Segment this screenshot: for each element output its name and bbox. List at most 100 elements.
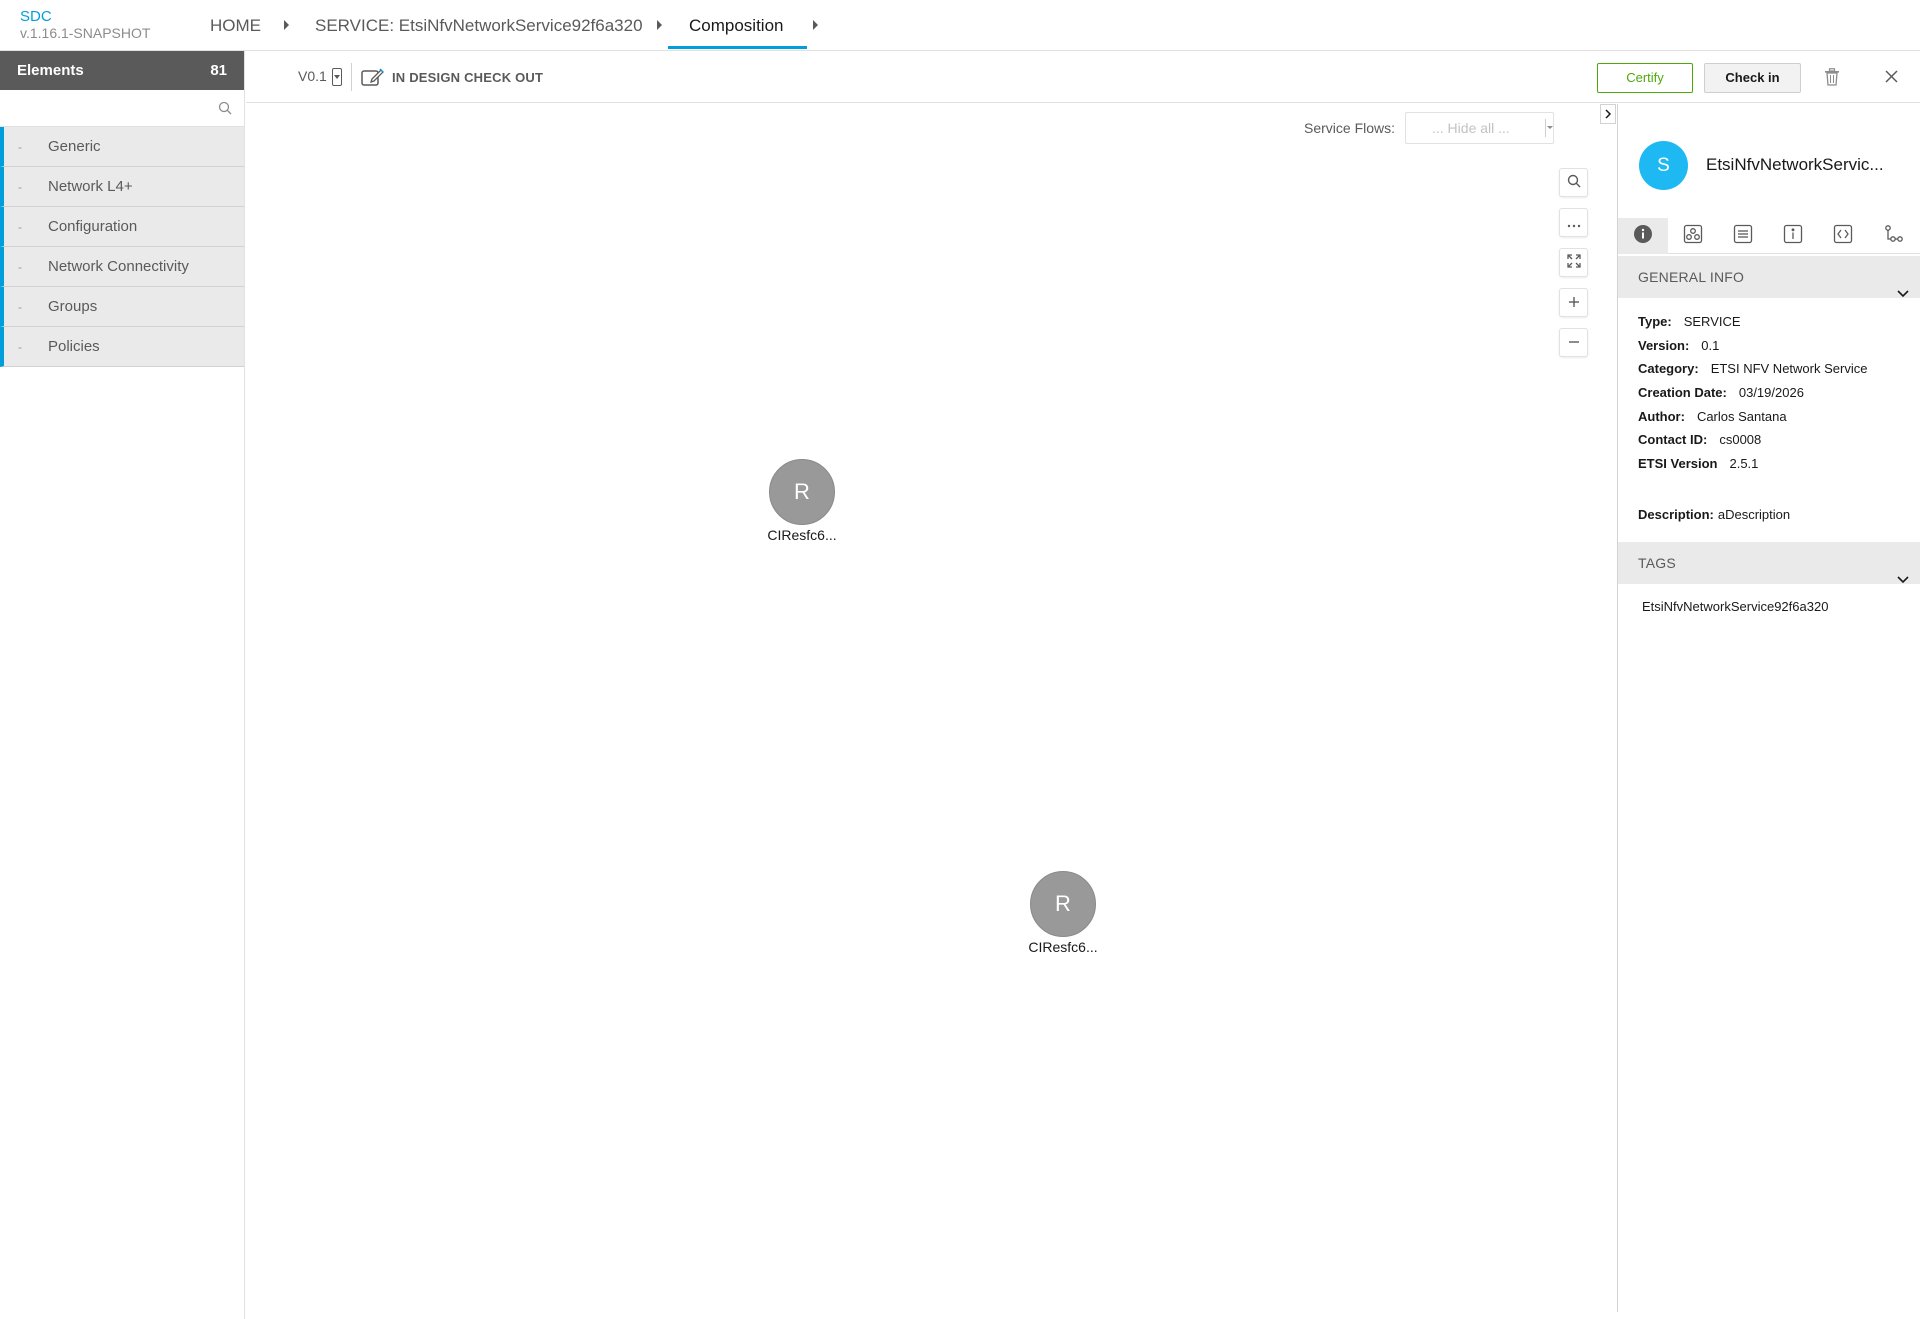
- info-label: Version:: [1638, 338, 1690, 353]
- info-value: cs0008: [1719, 432, 1762, 447]
- info-author: Author: Carlos Santana: [1638, 409, 1787, 424]
- close-icon[interactable]: [1885, 70, 1898, 88]
- info-creation-date: Creation Date: 03/19/2026: [1638, 385, 1804, 400]
- info-etsi-version: ETSI Version 2.5.1: [1638, 456, 1758, 471]
- deployment-icon: [1683, 224, 1703, 249]
- category-groups[interactable]: - Groups: [0, 287, 244, 327]
- divider: [351, 63, 352, 91]
- info-label: Type:: [1638, 314, 1672, 329]
- minus-icon: [1568, 332, 1580, 353]
- breadcrumb-service[interactable]: SERVICE: EtsiNfvNetworkService92f6a320: [315, 0, 643, 51]
- panel-collapse-toggle[interactable]: [1600, 104, 1616, 124]
- composition-canvas[interactable]: Service Flows: ... Hide all ... R CIResf…: [246, 104, 1615, 1312]
- collapse-dash-icon: -: [18, 340, 22, 354]
- tab-composition[interactable]: [1868, 218, 1918, 254]
- info-type: Type: SERVICE: [1638, 314, 1741, 329]
- info-outline-icon: [1783, 224, 1803, 249]
- category-label: Groups: [48, 298, 98, 315]
- checkout-status-icon: [361, 67, 385, 92]
- service-flows-label: Service Flows:: [1304, 120, 1396, 136]
- category-policies[interactable]: - Policies: [0, 327, 244, 367]
- palette-count: 81: [210, 62, 227, 79]
- info-value: 03/19/2026: [1738, 385, 1804, 400]
- top-bar: SDC v.1.16.1-SNAPSHOT HOME SERVICE: Etsi…: [0, 0, 1920, 51]
- more-options-button[interactable]: [1559, 208, 1588, 237]
- info-label: Author:: [1638, 409, 1685, 424]
- collapse-dash-icon: -: [18, 220, 22, 234]
- elements-palette: Elements 81 - Generic - Network L4+ - Confi…: [0, 51, 245, 1319]
- breadcrumb-arrow-icon[interactable]: [657, 20, 662, 30]
- brand[interactable]: SDC v.1.16.1-SNAPSHOT: [20, 8, 151, 42]
- palette-search-input[interactable]: [0, 90, 244, 126]
- code-icon: [1833, 224, 1853, 249]
- chevron-down-icon[interactable]: [1545, 119, 1553, 137]
- canvas-search-button[interactable]: [1559, 168, 1588, 197]
- breadcrumb-home[interactable]: HOME: [210, 0, 261, 51]
- palette-search: [0, 90, 244, 127]
- component-node[interactable]: R: [769, 459, 835, 525]
- expand-icon: [1566, 252, 1581, 273]
- collapse-dash-icon: -: [18, 180, 22, 194]
- version-dropdown-icon[interactable]: [332, 68, 342, 86]
- category-network-l4[interactable]: - Network L4+: [0, 167, 244, 207]
- category-label: Network Connectivity: [48, 258, 189, 275]
- brand-version: v.1.16.1-SNAPSHOT: [20, 25, 151, 41]
- component-node-label[interactable]: CIResfc6...: [1013, 939, 1113, 955]
- info-value: SERVICE: [1683, 314, 1741, 329]
- component-node-label[interactable]: CIResfc6...: [752, 527, 852, 543]
- info-category: Category: ETSI NFV Network Service: [1638, 361, 1867, 376]
- tab-information-artifacts[interactable]: [1718, 218, 1768, 254]
- check-in-button[interactable]: Check in: [1704, 63, 1801, 93]
- panel-tabs: [1618, 218, 1920, 254]
- info-label: Description:: [1638, 507, 1714, 522]
- certify-button[interactable]: Certify: [1597, 63, 1693, 93]
- active-tab-indicator: [668, 46, 807, 49]
- hierarchy-icon: [1883, 224, 1903, 249]
- panel-title: EtsiNfvNetworkServic...: [1706, 155, 1884, 174]
- breadcrumb-arrow-icon[interactable]: [813, 20, 818, 30]
- version-label[interactable]: V0.1: [298, 68, 327, 84]
- info-description: Description: aDescription: [1638, 507, 1790, 522]
- category-label: Policies: [48, 338, 100, 355]
- trash-icon[interactable]: [1824, 68, 1840, 91]
- breadcrumb-composition[interactable]: Composition: [689, 0, 784, 51]
- tab-properties[interactable]: [1768, 218, 1818, 254]
- info-label: Category:: [1638, 361, 1699, 376]
- general-info-header[interactable]: GENERAL INFO: [1618, 256, 1920, 298]
- info-value: Carlos Santana: [1696, 409, 1787, 424]
- zoom-in-button[interactable]: [1559, 288, 1588, 317]
- service-flows-select[interactable]: ... Hide all ...: [1405, 112, 1554, 144]
- info-label: ETSI Version: [1638, 456, 1718, 471]
- zoom-out-button[interactable]: [1559, 328, 1588, 357]
- section-title: TAGS: [1638, 555, 1676, 571]
- tab-deployment-artifacts[interactable]: [1668, 218, 1718, 254]
- tab-api[interactable]: [1818, 218, 1868, 254]
- chevron-down-icon[interactable]: [1897, 272, 1909, 314]
- collapse-dash-icon: -: [18, 140, 22, 154]
- category-label: Configuration: [48, 218, 138, 235]
- chevron-down-icon[interactable]: [1897, 558, 1909, 600]
- component-node[interactable]: R: [1030, 871, 1096, 937]
- category-label: Network L4+: [48, 178, 133, 195]
- fit-to-screen-button[interactable]: [1559, 248, 1588, 277]
- more-icon: [1567, 212, 1581, 233]
- document-icon: [1733, 224, 1753, 249]
- tags-header[interactable]: TAGS: [1618, 542, 1920, 584]
- brand-name: SDC: [20, 8, 52, 25]
- details-panel: S EtsiNfvNetworkServic... GENERAL INFO T…: [1617, 104, 1920, 1312]
- info-label: Contact ID:: [1638, 432, 1708, 447]
- search-icon[interactable]: [218, 101, 232, 120]
- service-flows-value: ... Hide all ...: [1432, 120, 1510, 136]
- breadcrumb-arrow-icon[interactable]: [284, 20, 289, 30]
- plus-icon: [1568, 292, 1580, 313]
- category-network-connectivity[interactable]: - Network Connectivity: [0, 247, 244, 287]
- category-configuration[interactable]: - Configuration: [0, 207, 244, 247]
- search-icon: [1567, 172, 1581, 193]
- chevron-right-icon: [1601, 109, 1615, 127]
- service-avatar: S: [1639, 141, 1688, 190]
- info-value: 0.1: [1701, 338, 1720, 353]
- category-generic[interactable]: - Generic: [0, 127, 244, 167]
- category-label: Generic: [48, 138, 101, 155]
- info-value: aDescription: [1717, 507, 1791, 522]
- tab-general-info[interactable]: [1618, 218, 1668, 254]
